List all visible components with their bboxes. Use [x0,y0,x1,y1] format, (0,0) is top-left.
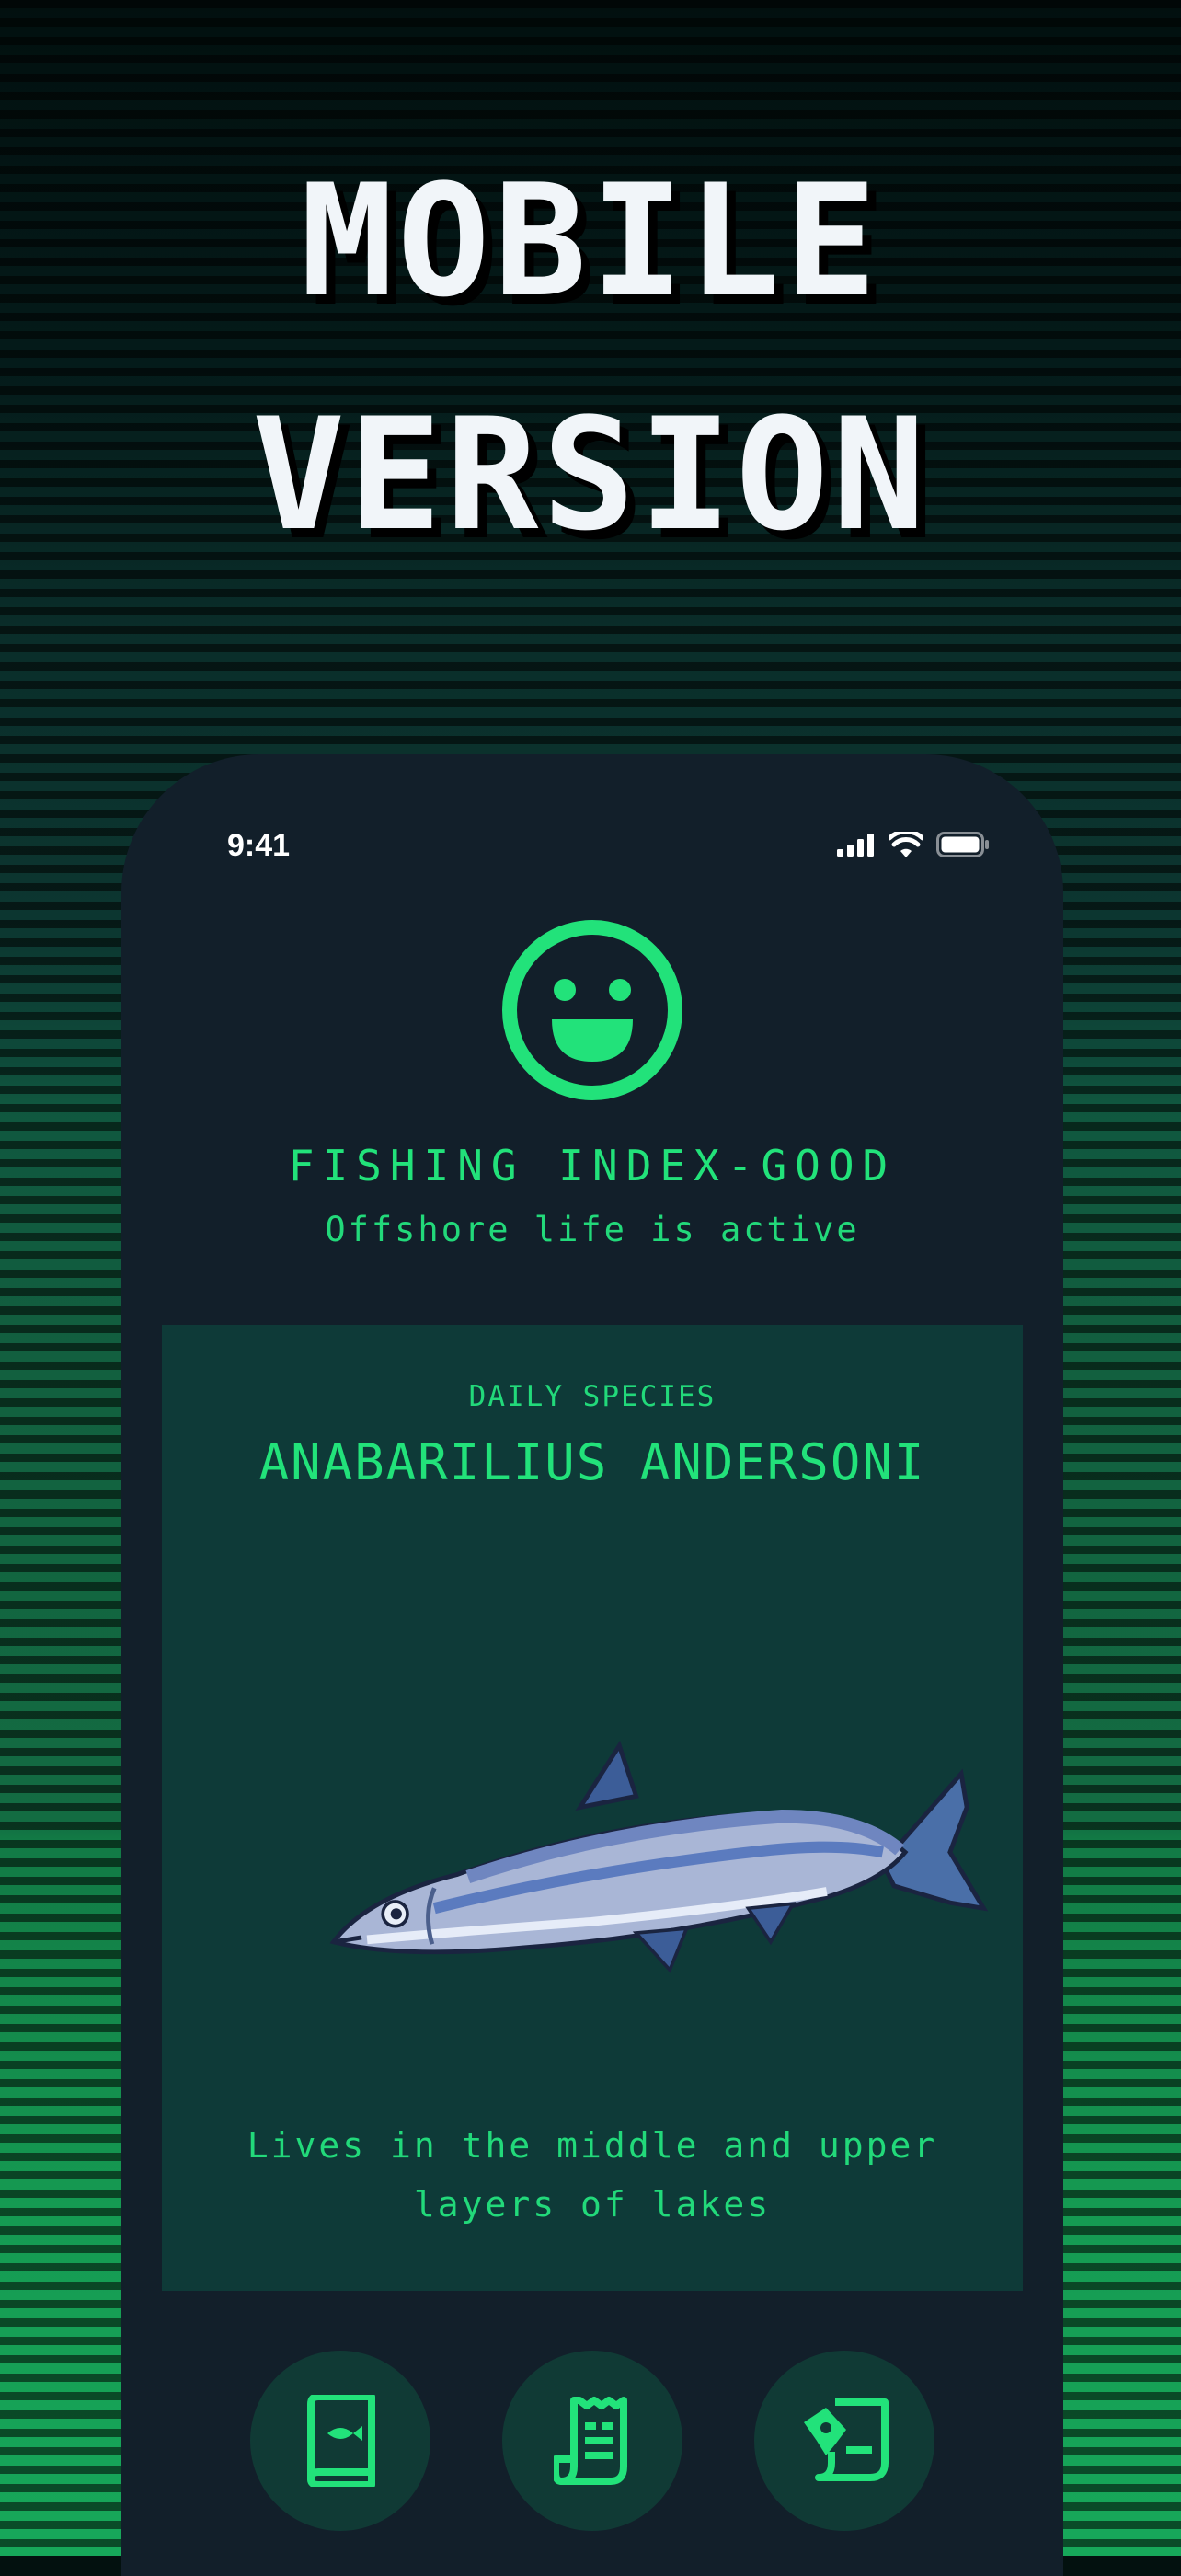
daily-species-label: DAILY SPECIES [468,1380,717,1413]
fish-book-icon [307,2395,375,2487]
phone-screen: 9:41 FISHING INDEX-GOOD Offshore life is… [121,754,1063,2576]
battery-icon [936,832,989,857]
map-button[interactable] [754,2351,934,2531]
species-description-line2: layers of lakes [413,2184,772,2225]
headline-line1: MOBILE [300,151,881,331]
smiley-face-icon [502,920,682,1100]
fish-illustration [329,1740,989,1973]
cellular-signal-icon [837,834,874,857]
fishing-index-title: FISHING INDEX-GOOD [288,1141,897,1190]
status-icons [837,832,990,857]
species-description: Lives in the middle and upper layers of … [121,2116,1063,2234]
receipt-icon [554,2397,627,2485]
wifi-icon [889,832,923,857]
fish-book-button[interactable] [250,2351,430,2531]
status-time: 9:41 [227,828,291,863]
species-description-line1: Lives in the middle and upper [247,2125,938,2166]
species-name: ANABARILIUS ANDERSONI [258,1433,926,1491]
headline-line2: VERSION [251,385,929,565]
fishing-index-subtitle: Offshore life is active [325,1210,860,1249]
receipt-button[interactable] [502,2351,682,2531]
map-pin-icon [804,2398,889,2481]
